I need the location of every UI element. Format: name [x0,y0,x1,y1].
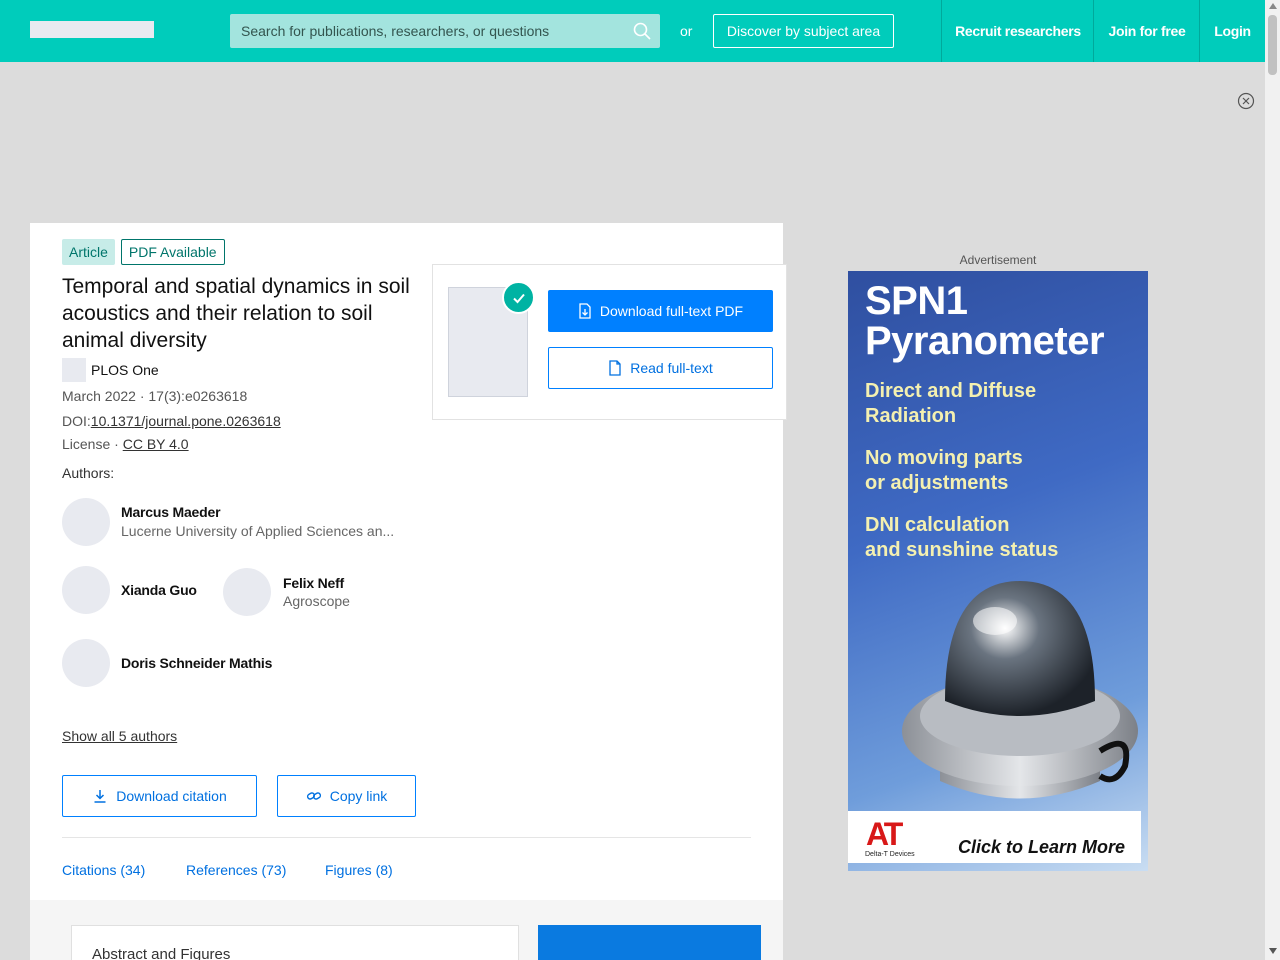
advertisement-banner[interactable]: SPN1 Pyranometer Direct and Diffuse Radi… [848,271,1148,871]
abstract-card: Abstract and Figures [71,925,519,960]
promo-panel[interactable] [538,925,761,960]
show-all-authors-link[interactable]: Show all 5 authors [62,728,177,744]
ad-headline-line-1: SPN1 [865,279,968,323]
ad-text: Radiation [865,405,957,427]
avatar[interactable] [62,566,110,614]
avatar[interactable] [62,639,110,687]
publication-date: March 2022 · 17(3):e0263618 [62,388,248,404]
scroll-up-arrow-icon[interactable] [1269,3,1277,9]
article-badges: Article PDF Available [62,239,225,265]
tab-references[interactable]: References (73) [186,862,286,878]
close-icon[interactable] [1237,92,1255,110]
article-type-badge: Article [62,239,115,265]
search-input[interactable] [230,14,630,48]
ad-headline: SPN1 Pyranometer [865,279,1105,363]
read-full-text-button[interactable]: Read full-text [548,347,773,389]
recruit-researchers-link[interactable]: Recruit researchers [941,0,1094,62]
section-divider [62,837,751,838]
or-text: or [680,23,693,39]
abstract-title: Abstract and Figures [92,946,231,960]
advertisement-label: Advertisement [959,253,1037,267]
doi-link[interactable]: 10.1371/journal.pone.0263618 [91,413,281,429]
author-name[interactable]: Marcus Maeder [121,504,221,520]
journal-logo [62,358,86,382]
scroll-down-arrow-icon[interactable] [1269,948,1277,954]
author-name[interactable]: Xianda Guo [121,582,197,598]
search-icon[interactable] [632,21,652,41]
ad-text: No moving parts [865,447,1023,469]
ad-text: or adjustments [865,472,1009,494]
download-citation-label: Download citation [116,788,227,804]
pdf-available-badge: PDF Available [120,239,225,265]
discover-subject-button[interactable]: Discover by subject area [713,14,894,48]
license-link[interactable]: CC BY 4.0 [123,436,189,452]
download-icon [94,790,106,803]
file-download-icon [579,303,591,319]
copy-link-label: Copy link [329,788,388,804]
doi-prefix: DOI: [62,413,91,429]
ad-brand-logo: AT [866,816,903,852]
ad-headline-line-2: Pyranometer [865,319,1105,363]
tab-citations[interactable]: Citations (34) [62,862,145,878]
read-full-text-label: Read full-text [630,360,713,376]
ad-cta[interactable]: Click to Learn More [958,837,1125,858]
copy-link-button[interactable]: Copy link [277,775,416,817]
avatar[interactable] [62,498,110,546]
author-affiliation: Lucerne University of Applied Sciences a… [121,523,395,539]
ad-footer[interactable]: AT Delta-T Devices Click to Learn More [848,811,1141,863]
license-line: License · CC BY 4.0 [62,436,189,452]
author-affiliation: Agroscope [283,593,350,609]
avatar[interactable] [223,568,271,616]
ad-brand-subtitle: Delta-T Devices [865,851,915,858]
license-prefix: License · [62,436,123,452]
page-scrollbar[interactable] [1265,0,1280,960]
download-citation-button[interactable]: Download citation [62,775,257,817]
ad-text: Direct and Diffuse [865,380,1037,402]
ad-text: and sunshine status [865,539,1059,561]
author-name[interactable]: Felix Neff [283,575,344,591]
join-free-link[interactable]: Join for free [1093,0,1200,62]
pyranometer-image [902,581,1138,799]
file-icon [609,360,621,376]
doi-line: DOI:10.1371/journal.pone.0263618 [62,413,281,429]
scroll-thumb[interactable] [1268,15,1277,75]
check-icon [502,281,535,314]
page-title: Temporal and spatial dynamics in soil ac… [62,275,410,352]
ad-text: DNI calculation [865,514,1010,536]
search-box[interactable] [230,14,660,48]
site-logo[interactable] [30,21,154,38]
download-pdf-button[interactable]: Download full-text PDF [548,290,773,332]
top-navigation: or Discover by subject area Recruit rese… [0,0,1265,62]
tab-figures[interactable]: Figures (8) [325,862,393,878]
pdf-download-panel: Download full-text PDF Read full-text [432,264,787,420]
login-link[interactable]: Login [1199,0,1265,62]
download-pdf-label: Download full-text PDF [599,303,744,319]
authors-label: Authors: [62,465,115,481]
journal-name[interactable]: PLOS One [91,362,159,378]
author-name[interactable]: Doris Schneider Mathis [121,655,272,671]
link-icon [306,792,321,800]
